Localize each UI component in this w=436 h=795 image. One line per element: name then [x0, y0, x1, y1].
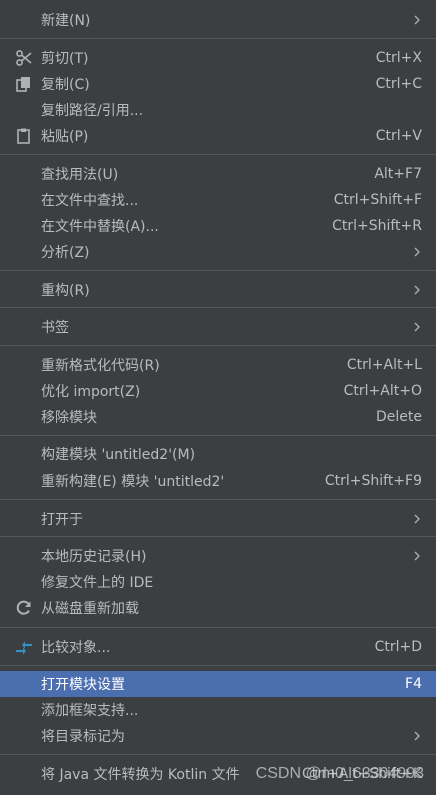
menu-item-replace-in-files[interactable]: 在文件中替换(A)... Ctrl+Shift+R: [0, 213, 436, 239]
separator: [0, 270, 436, 271]
context-menu: 新建(N) 剪切(T) Ctrl+X 复制(C) Ctrl+C 复制路径/引用.…: [0, 0, 436, 795]
menu-item-shortcut: Delete: [376, 409, 422, 425]
separator: [0, 345, 436, 346]
menu-item-label: 打开于: [41, 512, 83, 528]
chevron-right-icon: [414, 514, 420, 524]
menu-item-shortcut: Ctrl+Alt+L: [346, 357, 422, 373]
menu-item-label: 优化 import(Z): [41, 384, 141, 400]
separator: [0, 754, 436, 755]
menu-item-label: 将目录标记为: [41, 729, 125, 745]
scissors-icon: [14, 49, 34, 67]
menu-item-bookmarks[interactable]: 书签: [0, 314, 436, 340]
menu-item-shortcut: Ctrl+Shift+F9: [324, 473, 422, 489]
menu-item-shortcut: Ctrl+C: [375, 76, 422, 92]
chevron-right-icon: [414, 15, 420, 25]
menu-item-copy[interactable]: 复制(C) Ctrl+C: [0, 71, 436, 97]
menu-item-local-history[interactable]: 本地历史记录(H): [0, 543, 436, 569]
menu-item-reload-from-disk[interactable]: 从磁盘重新加载: [0, 595, 436, 621]
menu-item-shortcut: Ctrl+D: [374, 639, 422, 655]
menu-item-shortcut: Ctrl+Shift+F: [333, 192, 422, 208]
menu-item-label: 复制(C): [41, 77, 90, 93]
copy-icon: [14, 75, 34, 93]
menu-item-shortcut: Ctrl+X: [375, 50, 422, 66]
reload-icon: [14, 599, 34, 617]
separator: [0, 38, 436, 39]
menu-item-shortcut: Ctrl+Alt+O: [343, 383, 422, 399]
menu-item-optimize-imports[interactable]: 优化 import(Z) Ctrl+Alt+O: [0, 378, 436, 404]
separator: [0, 536, 436, 537]
menu-item-new[interactable]: 新建(N): [0, 7, 436, 33]
separator: [0, 665, 436, 666]
menu-item-open-module-settings[interactable]: 打开模块设置 F4: [0, 671, 436, 697]
menu-item-shortcut: Ctrl+V: [375, 128, 422, 144]
menu-item-build-module[interactable]: 构建模块 'untitled2'(M): [0, 441, 436, 467]
chevron-right-icon: [414, 551, 420, 561]
menu-item-label: 从磁盘重新加载: [41, 601, 139, 617]
chevron-right-icon: [414, 247, 420, 257]
chevron-right-icon: [414, 285, 420, 295]
menu-item-label: 本地历史记录(H): [41, 549, 147, 565]
menu-item-copy-path[interactable]: 复制路径/引用...: [0, 97, 436, 123]
separator: [0, 154, 436, 155]
menu-item-label: 将 Java 文件转换为 Kotlin 文件: [41, 767, 240, 783]
separator: [0, 627, 436, 628]
menu-item-refactor[interactable]: 重构(R): [0, 277, 436, 303]
menu-item-label: 在文件中替换(A)...: [41, 219, 159, 235]
menu-item-add-framework-support[interactable]: 添加框架支持...: [0, 697, 436, 723]
menu-item-find-in-files[interactable]: 在文件中查找... Ctrl+Shift+F: [0, 187, 436, 213]
menu-item-find-usages[interactable]: 查找用法(U) Alt+F7: [0, 161, 436, 187]
menu-item-shortcut: Alt+F7: [374, 166, 422, 182]
menu-item-label: 分析(Z): [41, 245, 90, 261]
chevron-right-icon: [414, 322, 420, 332]
separator: [0, 307, 436, 308]
menu-item-analyze[interactable]: 分析(Z): [0, 239, 436, 265]
menu-item-label: 打开模块设置: [41, 677, 125, 693]
menu-item-label: 复制路径/引用...: [41, 103, 144, 119]
paste-icon: [14, 127, 34, 145]
menu-item-remove-module[interactable]: 移除模块 Delete: [0, 404, 436, 430]
menu-item-compare-with[interactable]: 比较对象... Ctrl+D: [0, 634, 436, 660]
menu-item-convert-java-to-kotlin[interactable]: 将 Java 文件转换为 Kotlin 文件 Ctrl+Alt+Shift+K: [0, 761, 436, 787]
menu-item-label: 移除模块: [41, 410, 97, 426]
menu-item-label: 粘贴(P): [41, 129, 89, 145]
menu-item-cut[interactable]: 剪切(T) Ctrl+X: [0, 45, 436, 71]
menu-item-shortcut: Ctrl+Shift+R: [332, 218, 422, 234]
menu-item-paste[interactable]: 粘贴(P) Ctrl+V: [0, 123, 436, 149]
menu-item-label: 添加框架支持...: [41, 703, 139, 719]
menu-item-label: 重新构建(E) 模块 'untitled2': [41, 474, 225, 490]
menu-item-label: 剪切(T): [41, 51, 89, 67]
menu-item-mark-directory-as[interactable]: 将目录标记为: [0, 723, 436, 749]
chevron-right-icon: [414, 731, 420, 741]
menu-item-repair-ide[interactable]: 修复文件上的 IDE: [0, 569, 436, 595]
menu-item-shortcut: F4: [405, 676, 422, 692]
menu-item-label: 修复文件上的 IDE: [41, 575, 154, 591]
separator: [0, 499, 436, 500]
menu-item-open-in[interactable]: 打开于: [0, 506, 436, 532]
menu-item-label: 查找用法(U): [41, 167, 119, 183]
menu-item-label: 构建模块 'untitled2'(M): [41, 447, 196, 463]
separator: [0, 435, 436, 436]
menu-item-label: 在文件中查找...: [41, 193, 139, 209]
compare-icon: [14, 638, 34, 656]
menu-item-label: 书签: [41, 320, 69, 336]
menu-item-shortcut: Ctrl+Alt+Shift+K: [301, 766, 422, 782]
menu-item-label: 重构(R): [41, 283, 90, 299]
menu-item-label: 重新格式化代码(R): [41, 358, 160, 374]
menu-item-rebuild-module[interactable]: 重新构建(E) 模块 'untitled2' Ctrl+Shift+F9: [0, 468, 436, 494]
menu-item-reformat-code[interactable]: 重新格式化代码(R) Ctrl+Alt+L: [0, 352, 436, 378]
menu-item-label: 比较对象...: [41, 640, 111, 656]
menu-item-label: 新建(N): [41, 13, 91, 29]
